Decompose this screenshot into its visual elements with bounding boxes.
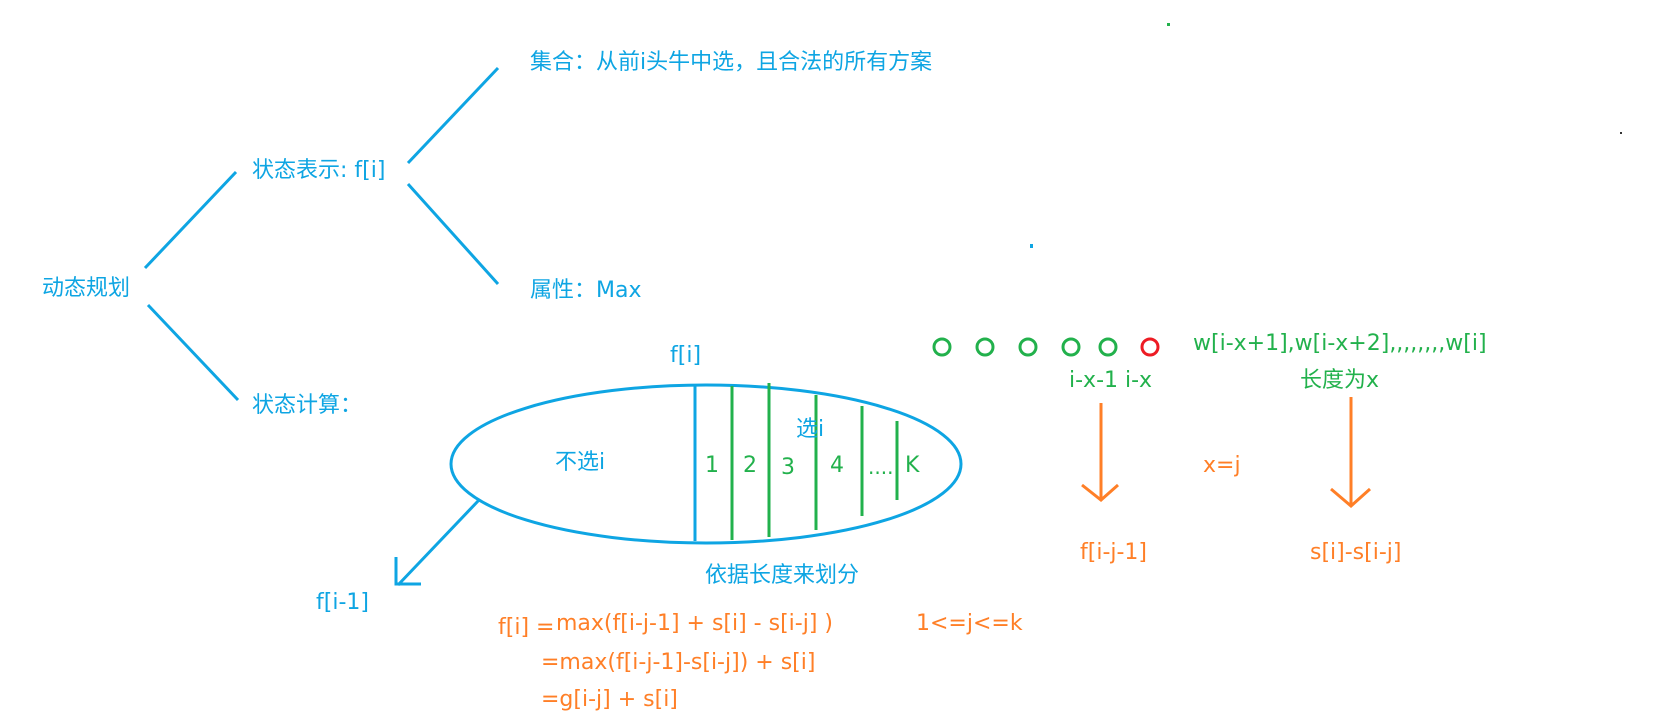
segment-label: 3 [781,455,795,480]
sequence-element-circle [932,337,952,357]
set-definition-label: 集合：从前i头牛中选，且合法的所有方案 [530,50,933,75]
segment-label: 2 [743,453,757,478]
x-equals-j-label: x=j [1203,453,1241,478]
index-labels: i-x-1 i-x [1069,368,1153,393]
formula-line-3: =g[i-j] + s[i] [541,687,678,712]
stray-dot [1620,132,1622,134]
branch-line-state-to-set [406,66,500,165]
diagram-canvas [143,23,1622,587]
branch-line-root-to-state-calc [146,303,240,402]
formula-constraint: 1<=j<=k [916,611,1023,636]
stray-dot [1167,23,1170,26]
segment-label: 1 [705,453,719,478]
sequence-element-circle [1018,337,1038,357]
segment-label: K [905,453,920,478]
formula-line-1: max(f[i-j-1] + s[i] - s[i-j] ) [556,611,833,636]
sequence-circles [932,337,1160,357]
segment-label: .... [868,455,894,479]
formula-line-2: =max(f[i-j-1]-s[i-j]) + s[i] [541,650,816,675]
state-calculation-label: 状态计算： [252,393,363,418]
sequence-element-circle [975,337,995,357]
attribute-label: 属性：Max [530,278,642,303]
sequence-element-circle [1098,337,1118,357]
branch-line-root-to-state-repr [143,170,238,270]
segment-label: 4 [830,453,844,478]
formula-lhs: f[i] = [498,615,555,640]
sequence-element-circle [1061,337,1081,357]
length-text: 长度为x [1300,368,1380,393]
branch-line-state-to-attribute [406,182,500,286]
not-choose-label: 不选i [555,450,606,475]
choose-label: 选i [796,417,825,442]
stray-dot [1030,244,1033,248]
f-i-minus-1-label: f[i-1] [316,590,369,615]
ellipse-title: f[i] [670,343,702,368]
current-element-circle [1140,337,1160,357]
range-text: w[i-x+1],w[i-x+2],,,,,,,,w[i] [1193,331,1487,356]
partition-caption: 依据长度来划分 [705,563,860,588]
state-representation-label: 状态表示: f[i] [252,158,386,183]
s-difference-label: s[i]-s[i-j] [1310,540,1402,565]
f-i-j-1-label: f[i-j-1] [1080,540,1148,565]
arrow-head-f-i-minus-1 [394,557,421,586]
arrow-to-f-i-minus-1 [396,498,481,587]
root-node-label: 动态规划 [42,276,131,301]
